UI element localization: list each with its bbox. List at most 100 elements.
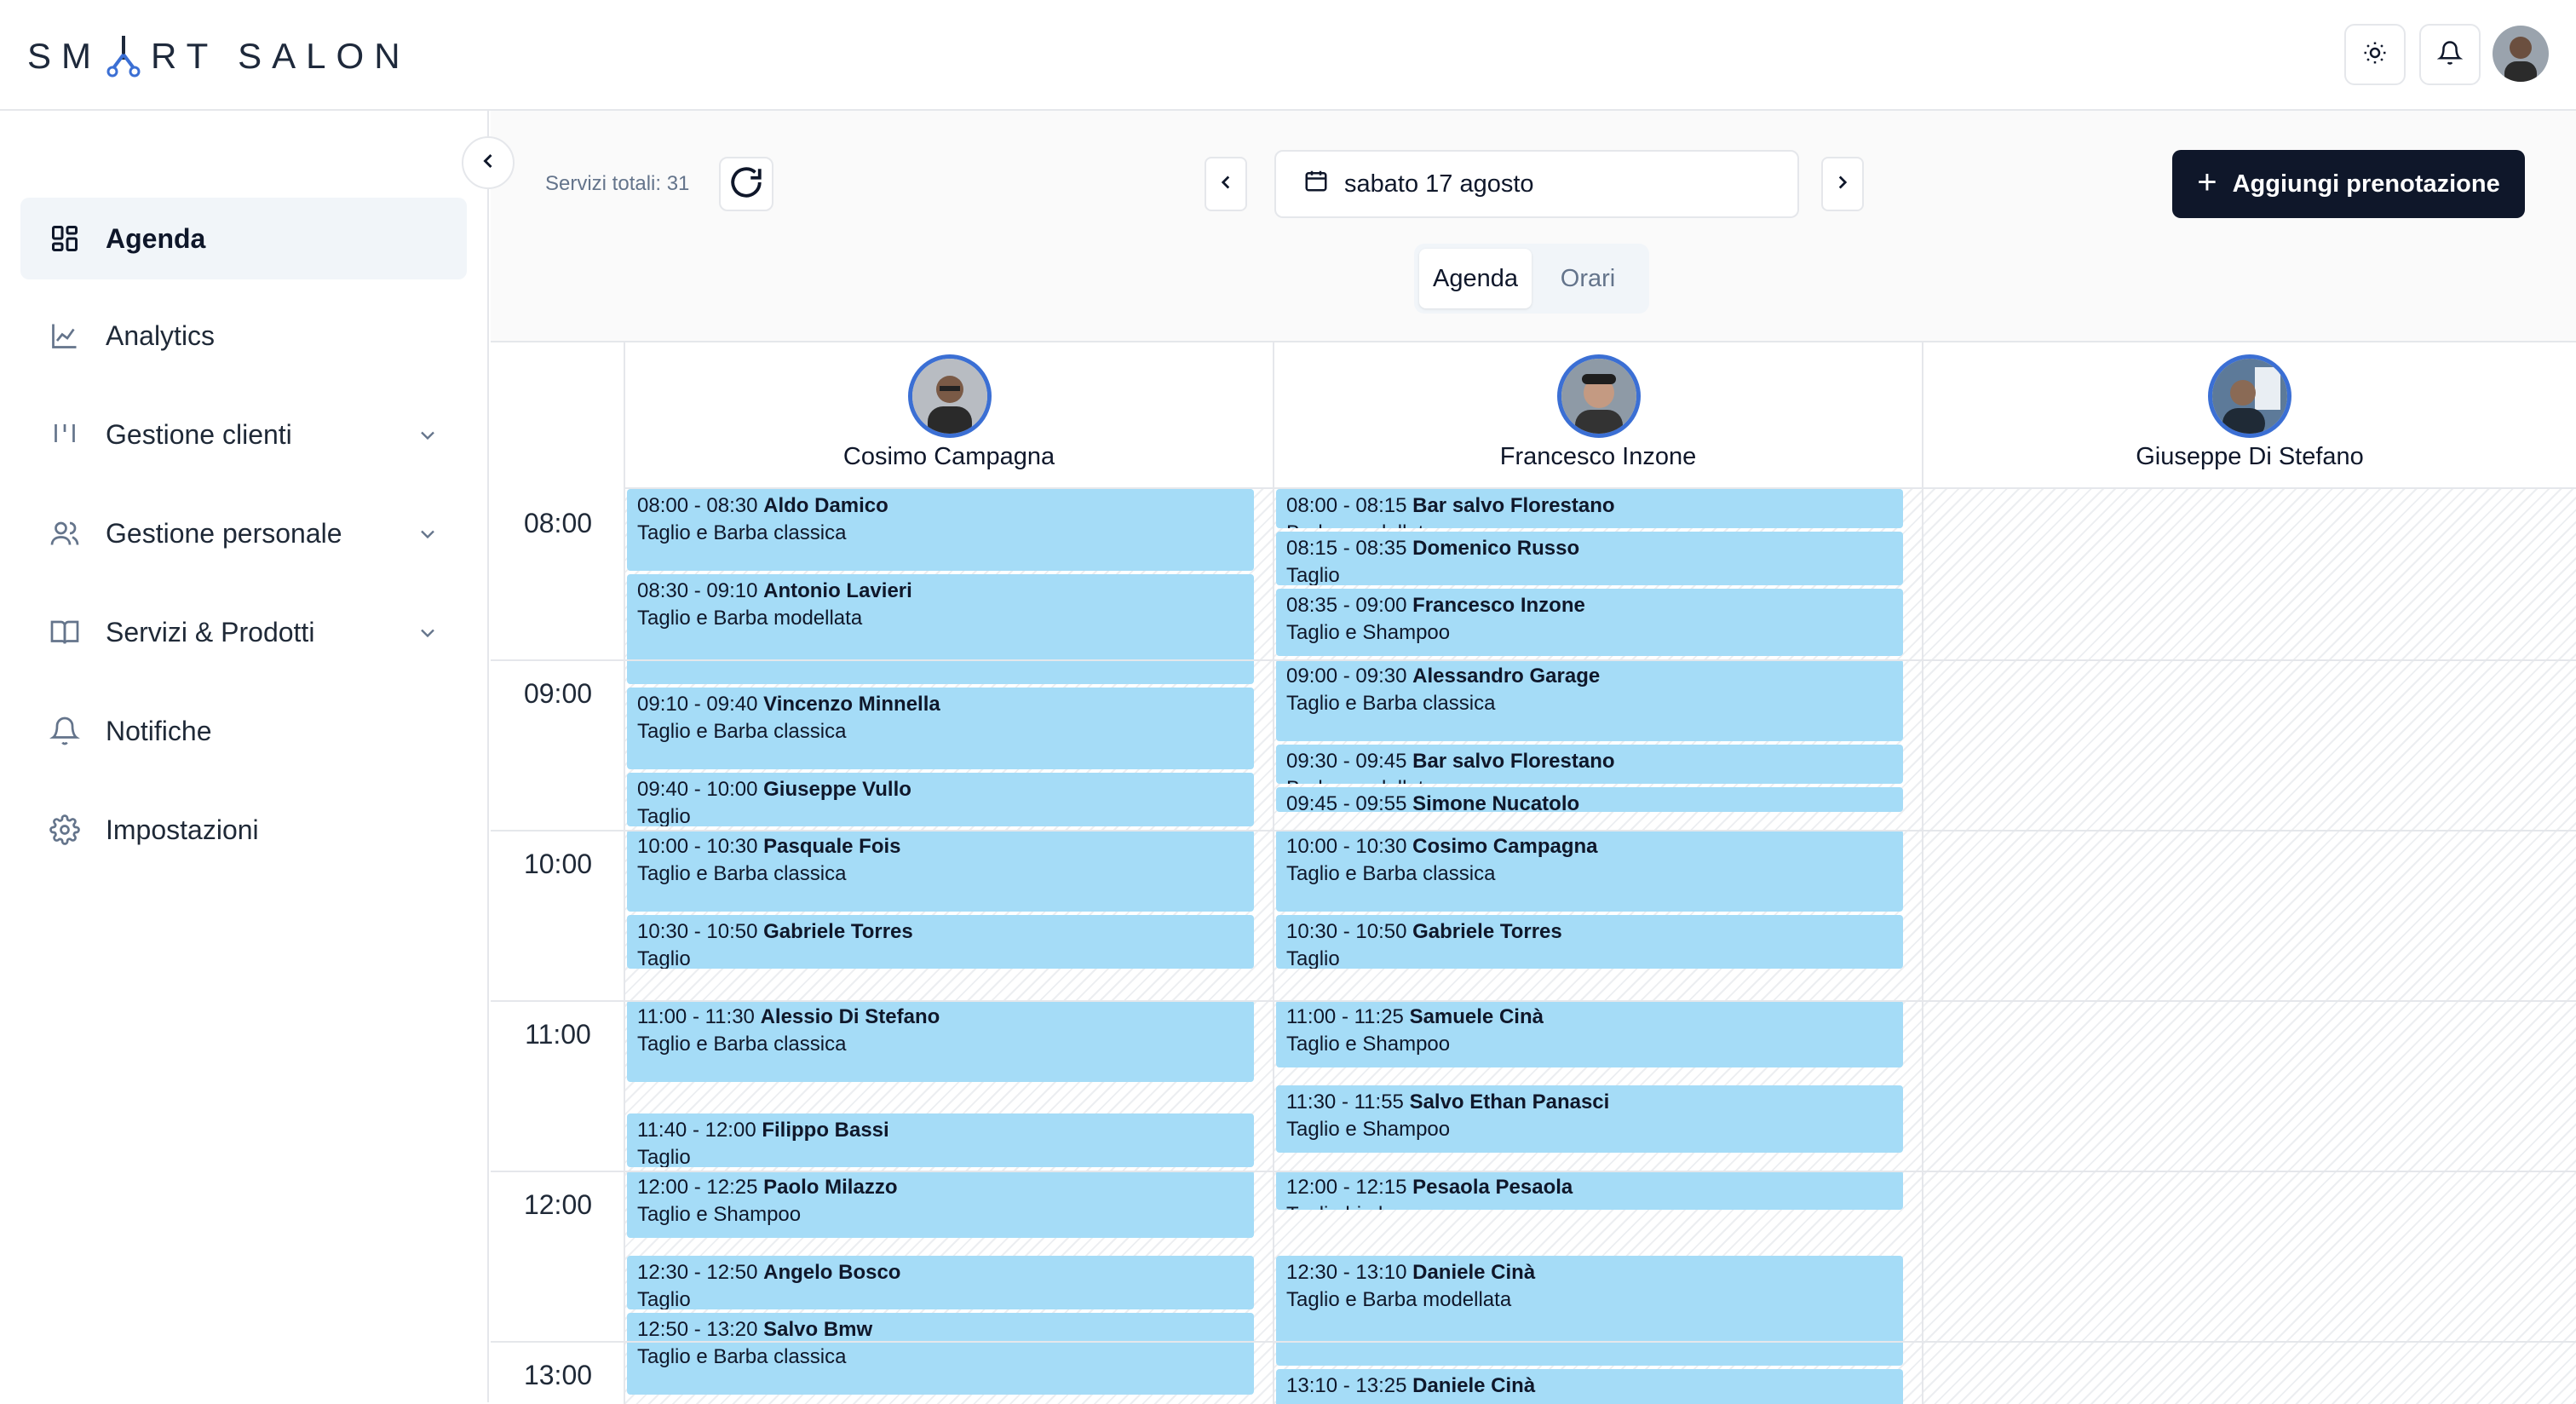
time-label: 10:00 bbox=[523, 849, 593, 879]
appointment-header: 13:10 - 13:25 Daniele Cinà bbox=[1286, 1372, 1893, 1400]
appointment-client: Gabriele Torres bbox=[1412, 920, 1562, 943]
staff-schedule[interactable]: 08:00 - 08:30 Aldo Damico Taglio e Barba … bbox=[625, 489, 1273, 1404]
appointment-header: 12:30 - 13:10 Daniele Cinà bbox=[1286, 1259, 1893, 1286]
staff-header: Cosimo Campagna bbox=[625, 342, 1273, 489]
appointment-client: Angelo Bosco bbox=[763, 1261, 901, 1284]
appointment-service: Barba modellata bbox=[1286, 520, 1893, 528]
top-bar: SM RT SALON bbox=[0, 0, 2576, 111]
chevron-left-icon bbox=[1215, 171, 1237, 198]
appointment-card[interactable]: 13:10 - 13:25 Daniele Cinà bbox=[1276, 1369, 1903, 1404]
appointment-time: 12:00 - 12:15 bbox=[1286, 1176, 1413, 1199]
appointment-card[interactable]: 11:40 - 12:00 Filippo Bassi Taglio bbox=[627, 1113, 1254, 1167]
appointment-card[interactable]: 12:30 - 12:50 Angelo Bosco Taglio bbox=[627, 1256, 1254, 1309]
date-picker[interactable]: sabato 17 agosto bbox=[1274, 150, 1799, 218]
sidebar-item-gestione-clienti[interactable]: Gestione clienti bbox=[20, 394, 467, 475]
tab-orari[interactable]: Orari bbox=[1532, 249, 1644, 308]
staff-schedule[interactable] bbox=[1923, 489, 2576, 1404]
appointment-card[interactable]: 09:45 - 09:55 Simone Nucatolo bbox=[1276, 787, 1903, 813]
staff-schedule[interactable]: 08:00 - 08:15 Bar salvo Florestano Barba … bbox=[1274, 489, 1922, 1404]
time-column: 08:00 09:00 10:00 11:00 12:00 13:00 bbox=[491, 342, 625, 1404]
appointment-service: Taglio bbox=[637, 1146, 691, 1167]
appointment-service: Barba modellata bbox=[1286, 775, 1893, 784]
appointment-card[interactable]: 12:00 - 12:15 Pesaola PesaolaTaglio bimb… bbox=[1276, 1171, 1903, 1210]
time-label: 12:00 bbox=[523, 1189, 593, 1220]
appointment-client: Antonio Lavieri bbox=[763, 579, 912, 602]
sidebar-item-label: Analytics bbox=[106, 319, 216, 351]
appointment-card[interactable]: 08:00 - 08:30 Aldo Damico Taglio e Barba … bbox=[627, 489, 1254, 571]
sidebar: Agenda Analytics Gestione clienti Gestio… bbox=[0, 111, 489, 1402]
appointment-service: Taglio e Barba classica bbox=[637, 521, 847, 544]
scissors-logo-icon bbox=[105, 34, 142, 78]
sidebar-item-impostazioni[interactable]: Impostazioni bbox=[20, 789, 467, 871]
collapse-sidebar-button[interactable] bbox=[462, 136, 515, 189]
theme-toggle-button[interactable] bbox=[2344, 24, 2406, 85]
appointment-card[interactable]: 11:00 - 11:25 Samuele Cinà Taglio e Shamp… bbox=[1276, 1000, 1903, 1068]
appointment-time: 10:30 - 10:50 bbox=[637, 920, 764, 943]
logo[interactable]: SM RT SALON bbox=[27, 29, 411, 83]
appointment-card[interactable]: 08:00 - 08:15 Bar salvo FlorestanoBarba … bbox=[1276, 489, 1903, 528]
appointment-card[interactable]: 08:15 - 08:35 Domenico Russo Taglio bbox=[1276, 532, 1903, 585]
sidebar-item-agenda[interactable]: Agenda bbox=[20, 198, 467, 279]
staff-avatar[interactable] bbox=[1557, 354, 1641, 438]
appointment-header: 08:35 - 09:00 Francesco Inzone bbox=[1286, 592, 1893, 619]
appointment-client: Pesaola Pesaola bbox=[1412, 1176, 1573, 1199]
appointment-time: 08:15 - 08:35 bbox=[1286, 537, 1413, 560]
prev-day-button[interactable] bbox=[1205, 157, 1247, 211]
appointment-time: 09:30 - 09:45 bbox=[1286, 750, 1413, 773]
appointment-card[interactable]: 10:30 - 10:50 Gabriele Torres Taglio bbox=[627, 915, 1254, 969]
appointment-card[interactable]: 12:50 - 13:20 Salvo Bmw Taglio e Barba cl… bbox=[627, 1312, 1254, 1395]
next-day-button[interactable] bbox=[1821, 157, 1864, 211]
users-icon bbox=[48, 516, 82, 550]
staff-name: Cosimo Campagna bbox=[842, 443, 1055, 470]
staff-column: Cosimo Campagna 08:00 - 08:30 Aldo Damic… bbox=[625, 342, 1274, 1404]
appointment-time: 08:00 - 08:15 bbox=[1286, 494, 1413, 517]
appointment-time: 08:35 - 09:00 bbox=[1286, 593, 1413, 617]
sidebar-item-servizi-prodotti[interactable]: Servizi & Prodotti bbox=[20, 591, 467, 673]
appointment-card[interactable]: 12:00 - 12:25 Paolo Milazzo Taglio e Sham… bbox=[627, 1171, 1254, 1239]
appointment-client: Samuele Cinà bbox=[1409, 1005, 1544, 1028]
appointment-card[interactable]: 08:35 - 09:00 Francesco Inzone Taglio e S… bbox=[1276, 588, 1903, 656]
appointment-time: 12:30 - 13:10 bbox=[1286, 1261, 1413, 1284]
appointment-header: 11:00 - 11:30 Alessio Di Stefano bbox=[637, 1004, 1244, 1031]
refresh-button[interactable] bbox=[719, 157, 773, 211]
add-booking-button[interactable]: + Aggiungi prenotazione bbox=[2172, 150, 2525, 218]
appointment-card[interactable]: 10:00 - 10:30 Pasquale Fois Taglio e Barb… bbox=[627, 830, 1254, 912]
appointment-card[interactable]: 12:30 - 13:10 Daniele Cinà Taglio e Barba… bbox=[1276, 1256, 1903, 1367]
bell-icon bbox=[2436, 40, 2464, 70]
appointment-client: Bar salvo Florestano bbox=[1412, 750, 1615, 773]
appointment-header: 08:30 - 09:10 Antonio Lavieri bbox=[637, 578, 1244, 605]
staff-header: Francesco Inzone bbox=[1274, 342, 1922, 489]
grid-icon bbox=[48, 222, 82, 256]
notifications-button[interactable] bbox=[2419, 24, 2481, 85]
staff-avatar[interactable] bbox=[2208, 354, 2291, 438]
appointment-service: Taglio e Shampoo bbox=[1286, 1033, 1451, 1056]
tab-agenda[interactable]: Agenda bbox=[1419, 249, 1532, 308]
appointment-client: Francesco Inzone bbox=[1412, 593, 1585, 617]
appointment-time: 09:45 - 09:55 bbox=[1286, 792, 1413, 813]
user-avatar[interactable] bbox=[2493, 26, 2549, 82]
staff-avatar[interactable] bbox=[908, 354, 992, 438]
sidebar-item-analytics[interactable]: Analytics bbox=[20, 295, 467, 377]
appointment-header: 11:00 - 11:25 Samuele Cinà bbox=[1286, 1004, 1893, 1031]
appointment-card[interactable]: 09:10 - 09:40 Vincenzo Minnella Taglio e … bbox=[627, 688, 1254, 770]
sidebar-item-gestione-personale[interactable]: Gestione personale bbox=[20, 492, 467, 574]
appointment-client: Alessandro Garage bbox=[1412, 665, 1601, 688]
appointment-time: 11:30 - 11:55 bbox=[1286, 1090, 1410, 1113]
appointment-card[interactable]: 09:30 - 09:45 Bar salvo Florestano Barba … bbox=[1276, 745, 1903, 784]
bars-icon bbox=[48, 417, 82, 452]
appointment-card[interactable]: 10:30 - 10:50 Gabriele Torres Taglio bbox=[1276, 915, 1903, 969]
appointment-header: 09:40 - 10:00 Giuseppe Vullo bbox=[637, 776, 1244, 803]
appointment-card[interactable]: 09:40 - 10:00 Giuseppe Vullo Taglio bbox=[627, 773, 1254, 826]
appointment-card[interactable]: 08:30 - 09:10 Antonio Lavieri Taglio e Ba… bbox=[627, 574, 1254, 685]
appointment-card[interactable]: 11:30 - 11:55 Salvo Ethan Panasci Taglio … bbox=[1276, 1085, 1903, 1154]
appointment-service: Taglio e Barba modellata bbox=[637, 607, 863, 630]
appointment-header: 11:30 - 11:55 Salvo Ethan Panasci bbox=[1286, 1089, 1893, 1116]
appointment-card[interactable]: 11:00 - 11:30 Alessio Di Stefano Taglio e… bbox=[627, 1000, 1254, 1082]
appointment-time: 09:10 - 09:40 bbox=[637, 693, 764, 716]
appointment-service: Taglio e Shampoo bbox=[1286, 1118, 1451, 1141]
sidebar-item-notifiche[interactable]: Notifiche bbox=[20, 690, 467, 772]
appointment-card[interactable]: 10:00 - 10:30 Cosimo Campagna Taglio e Ba… bbox=[1276, 830, 1903, 912]
hour-divider bbox=[491, 1000, 2576, 1002]
appointment-card[interactable]: 09:00 - 09:30 Alessandro Garage Taglio e … bbox=[1276, 659, 1903, 741]
sidebar-item-label: Agenda bbox=[106, 222, 206, 254]
